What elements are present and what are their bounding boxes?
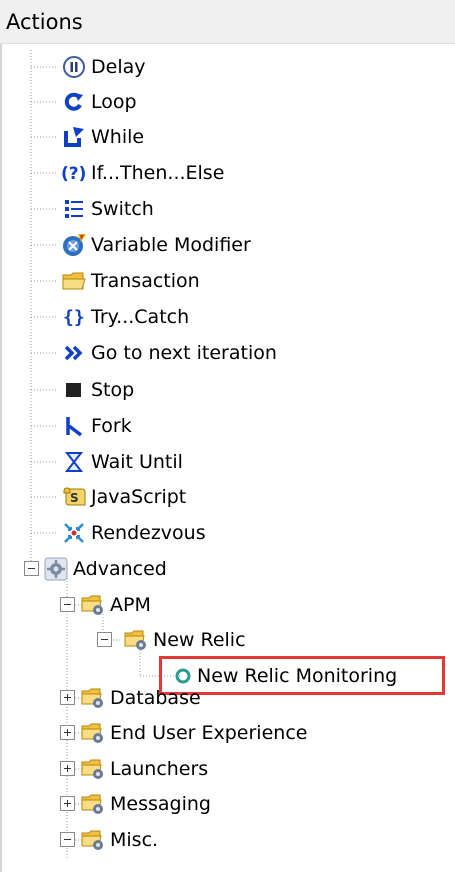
tree-item-label: Try...Catch bbox=[91, 306, 190, 328]
tree-item-try-catch[interactable]: {} Try...Catch bbox=[61, 300, 189, 334]
tree-item-label: Fork bbox=[91, 415, 132, 437]
tree-item-new-relic[interactable]: New Relic bbox=[123, 623, 246, 657]
tree-item-label: Database bbox=[110, 687, 201, 709]
tree-item-label: Misc. bbox=[110, 829, 159, 851]
svg-text:S: S bbox=[70, 491, 79, 505]
tree-item-database[interactable]: Database bbox=[80, 681, 201, 715]
tree-item-new-relic-monitoring[interactable]: New Relic Monitoring bbox=[173, 659, 397, 693]
stop-square-icon bbox=[61, 377, 87, 403]
tree-item-misc[interactable]: Misc. bbox=[80, 823, 158, 857]
apm-collapse-toggle[interactable] bbox=[60, 597, 75, 612]
tree-item-label: New Relic Monitoring bbox=[197, 665, 398, 687]
tree-item-label: APM bbox=[110, 594, 151, 616]
folder-icon bbox=[61, 268, 87, 294]
tree-item-rendezvous[interactable]: Rendezvous bbox=[61, 516, 206, 550]
double-chevron-right-icon bbox=[61, 340, 87, 366]
misc-collapse-toggle[interactable] bbox=[60, 832, 75, 847]
tree-item-if-then-else[interactable]: (?) If...Then...Else bbox=[61, 156, 224, 190]
tree-item-label: Switch bbox=[91, 198, 154, 220]
tree-item-label: Advanced bbox=[73, 558, 167, 580]
tree-item-advanced[interactable]: Advanced bbox=[43, 552, 167, 586]
database-expand-toggle[interactable] bbox=[60, 690, 75, 705]
tree-item-label: Messaging bbox=[110, 793, 211, 815]
svg-text:(?): (?) bbox=[61, 164, 86, 184]
actions-tree: Delay Loop While (?) If...Then...Else Sw… bbox=[0, 0, 455, 872]
tree-item-label: Go to next iteration bbox=[91, 342, 277, 364]
tree-item-label: Loop bbox=[91, 91, 137, 113]
tree-item-transaction[interactable]: Transaction bbox=[61, 264, 200, 298]
tree-item-label: Variable Modifier bbox=[91, 234, 251, 256]
tree-item-label: Delay bbox=[91, 56, 146, 78]
rendezvous-icon bbox=[61, 520, 87, 546]
tree-item-launchers[interactable]: Launchers bbox=[80, 752, 208, 786]
tree-item-wait-until[interactable]: Wait Until bbox=[61, 445, 183, 479]
tree-item-label: Transaction bbox=[91, 270, 200, 292]
gear-folder-icon bbox=[80, 791, 106, 817]
tree-item-stop[interactable]: Stop bbox=[61, 373, 134, 407]
gear-folder-icon bbox=[123, 627, 149, 653]
tree-item-switch[interactable]: Switch bbox=[61, 192, 154, 226]
fork-icon bbox=[61, 413, 87, 439]
braces-icon: {} bbox=[61, 304, 87, 330]
hourglass-icon bbox=[61, 449, 87, 475]
tree-item-delay[interactable]: Delay bbox=[61, 50, 146, 84]
new-relic-collapse-toggle[interactable] bbox=[97, 632, 112, 647]
tree-item-label: Wait Until bbox=[91, 451, 183, 473]
tree-item-end-user-experience[interactable]: End User Experience bbox=[80, 716, 307, 750]
advanced-collapse-toggle[interactable] bbox=[24, 561, 39, 576]
javascript-script-icon: S bbox=[61, 484, 87, 510]
loop-arrow-icon bbox=[61, 89, 87, 115]
while-arrow-icon bbox=[61, 124, 87, 150]
gear-folder-icon bbox=[80, 756, 106, 782]
switch-list-icon bbox=[61, 196, 87, 222]
advanced-gear-icon bbox=[43, 556, 69, 582]
tree-item-label: End User Experience bbox=[110, 722, 308, 744]
messaging-expand-toggle[interactable] bbox=[60, 796, 75, 811]
gear-folder-icon bbox=[80, 827, 106, 853]
end-user-experience-expand-toggle[interactable] bbox=[60, 725, 75, 740]
tree-item-javascript[interactable]: S JavaScript bbox=[61, 480, 186, 514]
tree-item-label: JavaScript bbox=[91, 486, 187, 508]
gear-folder-icon bbox=[80, 685, 106, 711]
launchers-expand-toggle[interactable] bbox=[60, 761, 75, 776]
tree-item-fork[interactable]: Fork bbox=[61, 409, 132, 443]
tree-item-while[interactable]: While bbox=[61, 120, 144, 154]
tree-item-label: Rendezvous bbox=[91, 522, 206, 544]
gear-folder-icon bbox=[80, 720, 106, 746]
tree-item-apm[interactable]: APM bbox=[80, 588, 151, 622]
tree-item-loop[interactable]: Loop bbox=[61, 85, 137, 119]
tree-item-go-to-next-iteration[interactable]: Go to next iteration bbox=[61, 336, 277, 370]
tree-item-label: While bbox=[91, 126, 145, 148]
pause-circle-icon bbox=[61, 54, 87, 80]
variable-modifier-icon bbox=[61, 232, 87, 258]
tree-item-label: Launchers bbox=[110, 758, 209, 780]
tree-item-messaging[interactable]: Messaging bbox=[80, 787, 211, 821]
question-icon: (?) bbox=[61, 160, 87, 186]
tree-item-label: Stop bbox=[91, 379, 135, 401]
gear-folder-icon bbox=[80, 592, 106, 618]
tree-item-label: New Relic bbox=[153, 629, 246, 651]
tree-item-label: If...Then...Else bbox=[91, 162, 225, 184]
tree-item-variable-modifier[interactable]: Variable Modifier bbox=[61, 228, 251, 262]
svg-text:{}: {} bbox=[63, 307, 85, 328]
